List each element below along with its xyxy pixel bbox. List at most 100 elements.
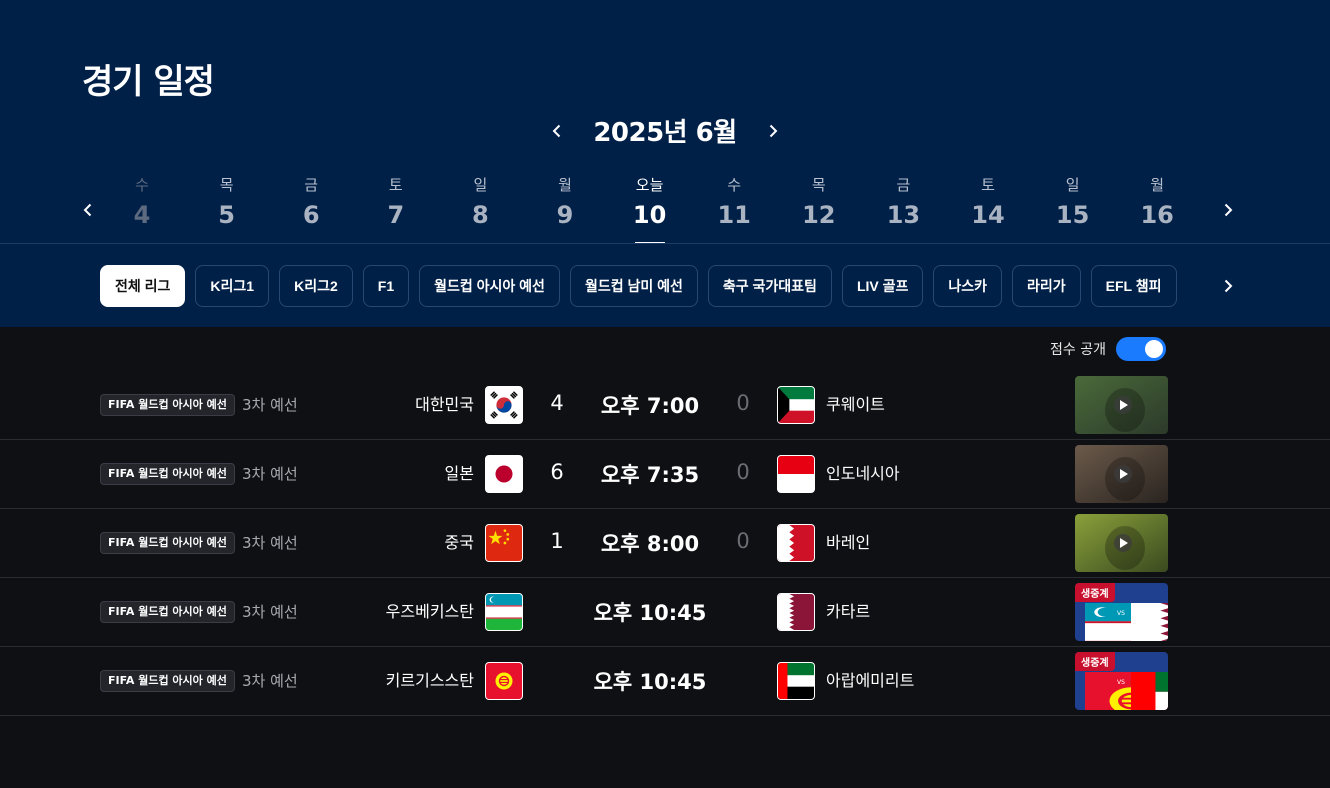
league-filter-button[interactable]: LIV 골프 — [841, 265, 924, 307]
home-team-name: 키르기스스탄 — [385, 671, 474, 690]
toggle-knob — [1144, 340, 1163, 358]
day-15[interactable]: 일 15 — [1038, 172, 1108, 244]
match-row[interactable]: FIFA 월드컵 아시아 예선 3차 예선 대한민국 4 오후 7:00 0 쿠웨이트 — [0, 371, 1330, 440]
day-14[interactable]: 토 14 — [953, 172, 1023, 244]
match-time: 오후 7:35 — [600, 463, 700, 487]
day-11[interactable]: 수 11 — [699, 172, 769, 244]
day-number: 4 — [133, 201, 151, 229]
day-weekday: 월 — [558, 176, 572, 194]
day-number: 14 — [971, 201, 1005, 229]
day-5[interactable]: 목5 — [192, 172, 262, 244]
chevron-right-icon — [1224, 279, 1233, 293]
day-weekday: 월 — [1150, 176, 1165, 194]
day-8[interactable]: 일8 — [445, 172, 515, 244]
kr-flag — [485, 386, 523, 424]
day-number: 7 — [387, 201, 405, 229]
home-team-name: 우즈베키스탄 — [385, 602, 474, 621]
svg-text:VS: VS — [1117, 679, 1125, 686]
highlight-video-thumbnail[interactable] — [1075, 376, 1168, 434]
day-16[interactable]: 월 16 — [1122, 172, 1192, 244]
match-row[interactable]: FIFA 월드컵 아시아 예선 3차 예선 키르기스스탄 오후 10:45 아랍에미리트… — [0, 647, 1330, 716]
day-weekday: 목 — [811, 176, 826, 194]
match-time: 오후 8:00 — [600, 532, 700, 556]
day-7[interactable]: 토7 — [361, 172, 431, 244]
highlight-video-thumbnail[interactable] — [1075, 445, 1168, 503]
league-scroll-next-button[interactable] — [1214, 270, 1242, 302]
league-filter-button[interactable]: K리그1 — [195, 265, 270, 307]
svg-text:VS: VS — [1117, 610, 1125, 617]
day-13[interactable]: 금 13 — [868, 172, 938, 244]
match-time: 오후 10:45 — [593, 670, 707, 694]
league-filter-button[interactable]: 전체 리그 — [100, 265, 186, 307]
kw-flag — [777, 386, 815, 424]
uz-flag — [485, 593, 523, 631]
match-row[interactable]: FIFA 월드컵 아시아 예선 3차 예선 중국 1 오후 8:00 0 바레인 — [0, 509, 1330, 578]
day-number: 12 — [802, 201, 836, 229]
round-label: 3차 예선 — [242, 672, 298, 690]
league-filter-button[interactable]: 라리가 — [1012, 265, 1081, 307]
home-score: 1 — [550, 529, 564, 553]
ae-flag — [777, 662, 815, 700]
day-weekday: 토 — [981, 176, 995, 194]
day-weekday: 오늘 — [635, 176, 664, 194]
divider — [0, 243, 1330, 244]
league-filter-button[interactable]: 월드컵 아시아 예선 — [419, 265, 560, 307]
day-weekday: 금 — [896, 176, 911, 194]
league-filter-button[interactable]: F1 — [362, 265, 410, 307]
competition-badge: FIFA 월드컵 아시아 예선 — [100, 601, 235, 623]
day-12[interactable]: 목 12 — [784, 172, 854, 244]
day-9[interactable]: 월9 — [530, 172, 600, 244]
day-weekday: 일 — [473, 176, 488, 194]
league-filter-button[interactable]: EFL 챔피 — [1090, 265, 1177, 307]
day-weekday: 일 — [1065, 176, 1080, 194]
live-stream-thumbnail[interactable]: VS 생중계 — [1075, 652, 1168, 710]
away-team-name: 아랍에미리트 — [826, 671, 915, 690]
prev-month-button[interactable] — [543, 113, 571, 149]
month-nav: 2025년 6월 — [0, 112, 1330, 149]
page-title: 경기 일정 — [82, 62, 215, 102]
score-reveal-toggle[interactable] — [1115, 337, 1166, 361]
chevron-left-icon — [552, 124, 561, 137]
highlight-video-thumbnail[interactable] — [1075, 514, 1168, 572]
home-score: 4 — [550, 391, 564, 415]
away-score: 0 — [736, 529, 750, 553]
day-number: 8 — [472, 201, 489, 229]
competition-badge: FIFA 월드컵 아시아 예선 — [100, 532, 235, 554]
day-6[interactable]: 금6 — [276, 172, 346, 244]
live-stream-thumbnail[interactable]: VS 생중계 — [1075, 583, 1168, 641]
live-badge: 생중계 — [1075, 583, 1115, 602]
league-filter-button[interactable]: 나스카 — [933, 265, 1003, 307]
day-number: 6 — [302, 201, 320, 229]
away-team-name: 인도네시아 — [826, 464, 900, 483]
away-team-name: 쿠웨이트 — [826, 395, 885, 414]
day-4[interactable]: 수4 — [107, 172, 177, 244]
cn-flag — [485, 524, 523, 562]
next-days-button[interactable] — [1214, 192, 1242, 228]
match-time: 오후 10:45 — [593, 601, 707, 625]
chevron-right-icon — [1224, 203, 1233, 217]
match-row[interactable]: FIFA 월드컵 아시아 예선 3차 예선 일본 6 오후 7:35 0 인도네시아 — [0, 440, 1330, 509]
day-weekday: 수 — [135, 176, 149, 194]
match-row[interactable]: FIFA 월드컵 아시아 예선 3차 예선 우즈베키스탄 오후 10:45 카타르 VS 생… — [0, 578, 1330, 647]
next-month-button[interactable] — [759, 113, 787, 149]
day-weekday: 수 — [727, 176, 742, 194]
day-weekday: 금 — [304, 176, 319, 194]
league-filter-button[interactable]: 축구 국가대표팀 — [707, 265, 832, 307]
home-team-name: 대한민국 — [415, 395, 474, 414]
qa-flag — [777, 593, 815, 631]
league-filter-button[interactable]: K리그2 — [279, 265, 353, 307]
day-number: 15 — [1055, 201, 1090, 229]
away-score: 0 — [736, 460, 750, 484]
match-list: FIFA 월드컵 아시아 예선 3차 예선 대한민국 4 오후 7:00 0 쿠웨이트 FIF… — [0, 371, 1330, 716]
chevron-right-icon — [769, 124, 778, 137]
competition-badge: FIFA 월드컵 아시아 예선 — [100, 394, 235, 416]
home-team-name: 일본 — [444, 464, 474, 483]
prev-days-button[interactable] — [74, 192, 102, 228]
league-filter-button[interactable]: 월드컵 남미 예선 — [569, 265, 698, 307]
day-10[interactable]: 오늘 10 — [615, 172, 685, 244]
live-badge: 생중계 — [1075, 652, 1115, 671]
date-strip: 수 4 목 5 금 6 토 7 일 8 월 9 오늘 10 수 11 목 12 금 13 토 14 일 15 월 16 — [0, 172, 1330, 244]
day-number: 5 — [218, 201, 235, 229]
round-label: 3차 예선 — [242, 396, 298, 414]
home-score: 6 — [550, 460, 564, 484]
